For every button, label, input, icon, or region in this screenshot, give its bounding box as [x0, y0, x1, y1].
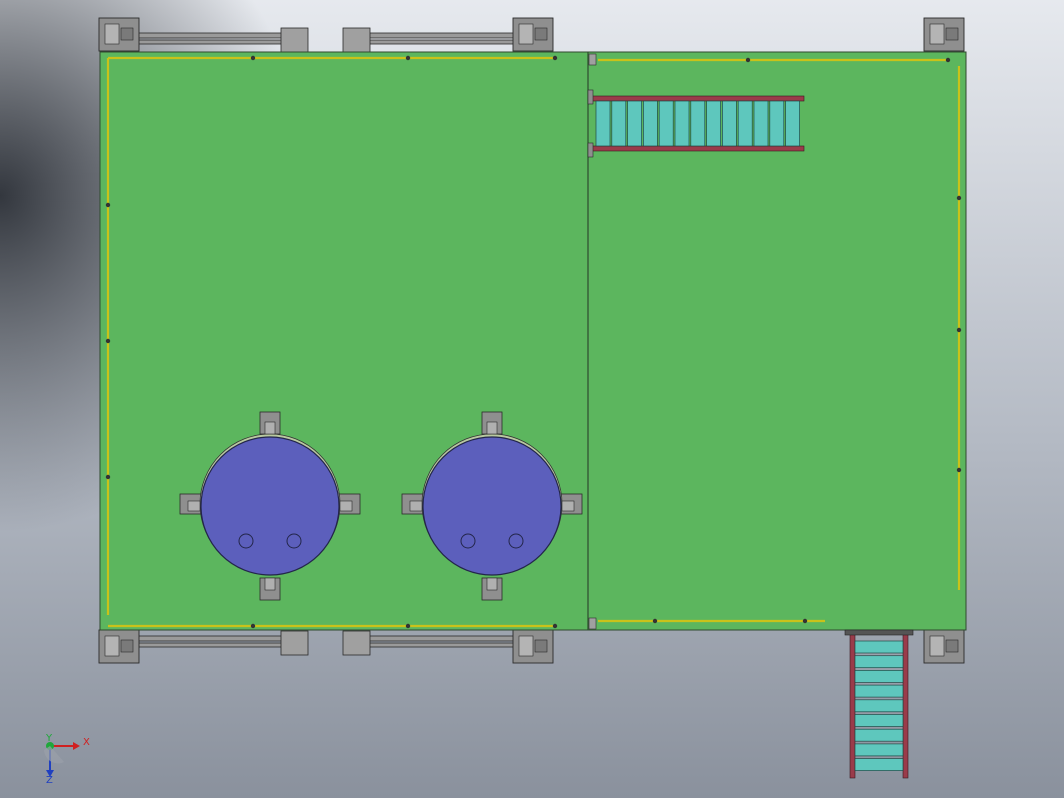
corner-bracket	[512, 629, 554, 664]
stair-tread	[595, 100, 611, 147]
rail-post	[552, 623, 558, 629]
corner-bracket	[923, 17, 965, 52]
rail-post	[652, 618, 658, 624]
rail-post	[956, 467, 962, 473]
rail-post	[552, 55, 558, 61]
stair-tread	[658, 100, 674, 147]
cad-viewport[interactable]: X Y Z	[0, 0, 1064, 798]
stair-tread	[854, 758, 904, 771]
stair-tread	[643, 100, 658, 147]
stair-tread	[611, 100, 627, 147]
stair-tread	[854, 640, 904, 654]
stair-tread	[753, 100, 769, 147]
rail-post	[956, 195, 962, 201]
triad-z-label: Z	[46, 775, 53, 786]
stair-bottom	[844, 629, 914, 779]
stair-tread	[854, 670, 904, 683]
rail-post	[105, 202, 111, 208]
stair-tread	[854, 655, 904, 669]
stair-tread	[674, 100, 690, 147]
stair-tread	[769, 100, 785, 147]
cad-top-view: X Y Z	[0, 0, 1064, 798]
stair-tread	[722, 100, 737, 147]
rail-post	[105, 474, 111, 480]
stair-tread	[854, 684, 904, 698]
rail-post	[105, 338, 111, 344]
rail-post	[802, 618, 808, 624]
stair-tread	[854, 714, 904, 727]
corner-bracket	[98, 629, 140, 664]
tank-port	[286, 533, 302, 549]
rail-post	[405, 55, 411, 61]
rail-post	[250, 55, 256, 61]
rail-post	[956, 327, 962, 333]
tank-port	[460, 533, 476, 549]
rail-post	[250, 623, 256, 629]
tank-port	[508, 533, 524, 549]
stair-top	[587, 89, 805, 158]
stair-tread	[627, 100, 642, 147]
corner-bracket	[512, 17, 554, 52]
stair-tread	[690, 100, 706, 147]
triad-x-label: X	[83, 737, 90, 748]
tank-port	[238, 533, 254, 549]
stair-tread	[785, 100, 800, 147]
corner-bracket	[98, 17, 140, 52]
rail-post	[405, 623, 411, 629]
stair-tread	[854, 743, 904, 757]
rail-post	[745, 57, 751, 63]
stair-tread	[854, 699, 904, 713]
rail-post	[945, 57, 951, 63]
stair-tread	[737, 100, 753, 147]
stair-tread	[706, 100, 721, 147]
triad-y-label: Y	[45, 733, 53, 744]
corner-bracket	[923, 629, 965, 664]
stair-tread	[854, 728, 904, 742]
